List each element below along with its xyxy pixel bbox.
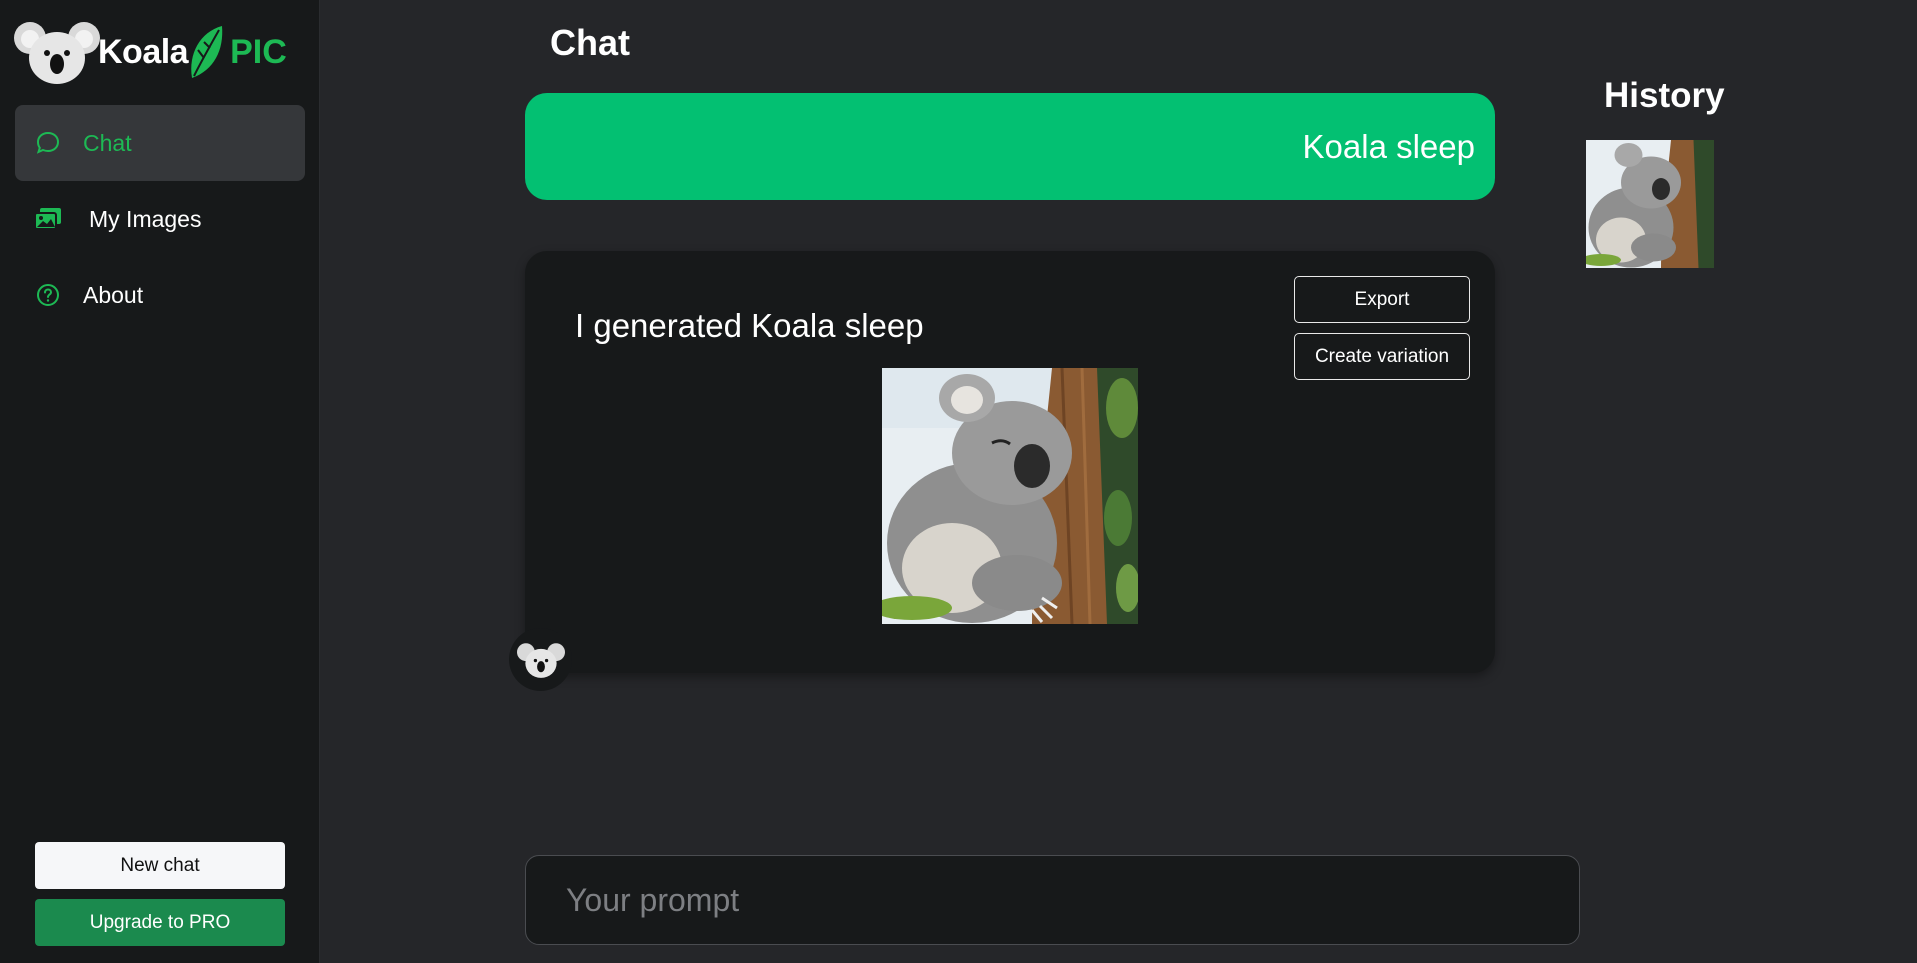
sidebar-item-chat[interactable]: Chat	[15, 105, 305, 181]
koalapic-logo[interactable]: Koala PIC	[14, 18, 287, 86]
koala-avatar-icon	[516, 642, 565, 678]
user-message-bubble: Koala sleep	[525, 93, 1495, 200]
sidebar-item-label: My Images	[89, 205, 202, 232]
prompt-input[interactable]	[525, 855, 1580, 945]
images-icon	[33, 204, 63, 234]
logo-text-koala: Koala	[98, 32, 189, 71]
chat-bubble-icon	[33, 128, 63, 158]
history-thumbnail[interactable]	[1586, 140, 1714, 268]
export-button[interactable]: Export	[1294, 276, 1470, 323]
koala-logo-icon	[14, 22, 100, 84]
sidebar-item-label: About	[83, 281, 144, 308]
leaf-icon	[191, 26, 223, 78]
create-variation-button[interactable]: Create variation	[1294, 333, 1470, 380]
sidebar-item-label: Chat	[83, 129, 132, 156]
upgrade-pro-button[interactable]: Upgrade to PRO	[35, 899, 285, 946]
bot-avatar	[509, 628, 572, 691]
sidebar: Koala PIC Chat My Images About New chat …	[0, 0, 320, 963]
sidebar-item-my-images[interactable]: My Images	[15, 181, 305, 257]
question-circle-icon	[33, 280, 63, 310]
logo-text-pic: PIC	[230, 32, 287, 71]
history-title: History	[1604, 76, 1725, 115]
sidebar-item-about[interactable]: About	[15, 257, 305, 333]
generated-koala-image[interactable]	[882, 368, 1138, 624]
bot-message-card: I generated Koala sleep Export Create va…	[525, 251, 1495, 673]
page-title: Chat	[550, 22, 630, 63]
new-chat-button[interactable]: New chat	[35, 842, 285, 889]
bot-message-text: I generated Koala sleep	[575, 307, 924, 344]
